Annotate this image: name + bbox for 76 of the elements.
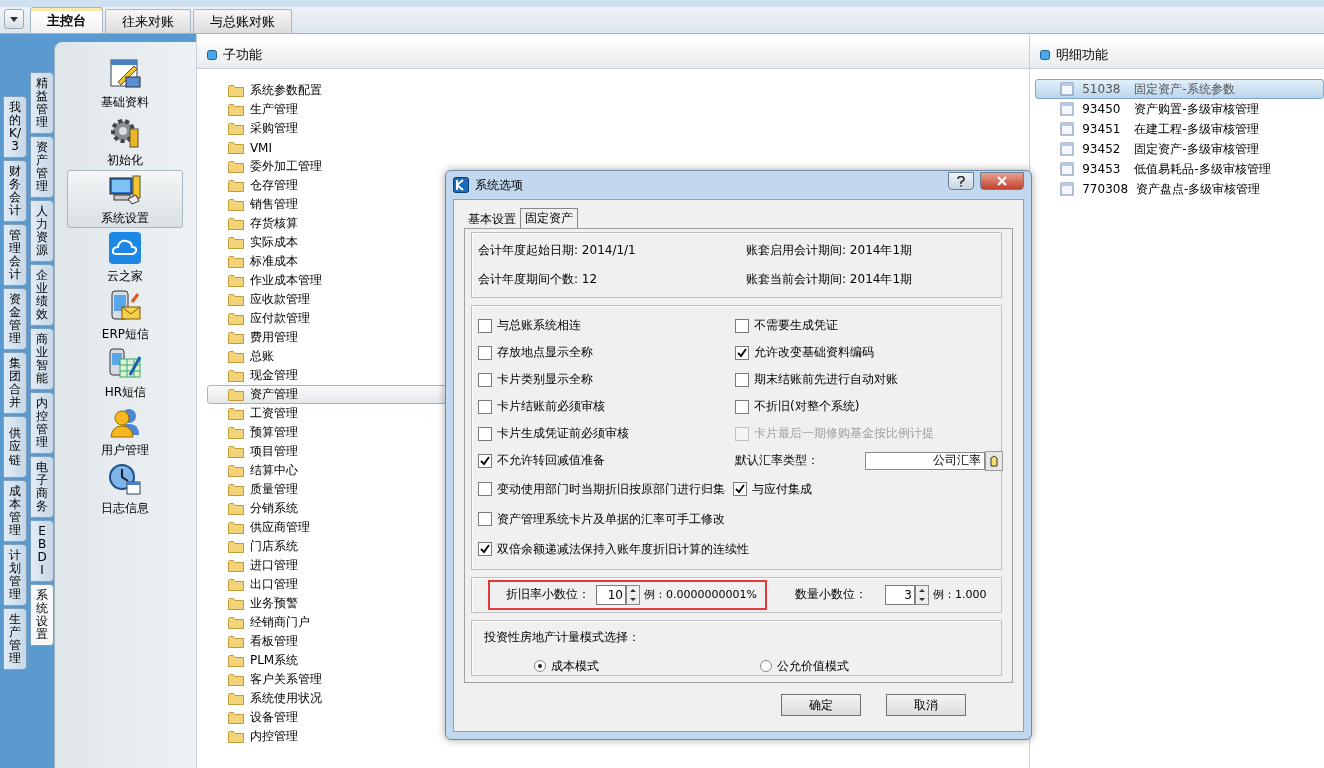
option-label: 不折旧(对整个系统) xyxy=(754,398,860,415)
function-name: 在建工程-多级审核管理 xyxy=(1134,120,1259,138)
folder-label: 实际成本 xyxy=(249,234,298,251)
decimal-label: 折旧率小数位： xyxy=(506,586,591,604)
folder-label: 应付款管理 xyxy=(249,310,310,327)
folder-label: 系统参数配置 xyxy=(249,82,322,99)
function-name: 低值易耗品-多级审核管理 xyxy=(1134,160,1271,178)
folder-label: 经销商门户 xyxy=(249,614,310,631)
info-text: 会计年度期间个数: 12 xyxy=(478,271,599,288)
function-name: 固定资产-多级审核管理 xyxy=(1134,140,1259,158)
option-label: 允许改变基础资料编码 xyxy=(754,344,874,361)
decimal-example: 例：1.000 xyxy=(932,587,987,603)
decimal-example: 例：0.0000000001% xyxy=(644,587,757,603)
folder-label: 看板管理 xyxy=(249,633,298,650)
option-label: 期末结账前先进行自动对账 xyxy=(754,371,898,388)
folder-label: 项目管理 xyxy=(249,443,298,460)
option-label: 双倍余额递减法保持入账年度折旧计算的连续性 xyxy=(497,540,749,558)
info-text: 会计年度起始日期: 2014/1/1 xyxy=(478,242,637,259)
folder-label: 应收款管理 xyxy=(249,291,310,308)
option-label: 卡片类别显示全称 xyxy=(497,371,593,388)
option-label: 不需要生成凭证 xyxy=(754,317,838,334)
radio-label: 成本模式 xyxy=(551,657,599,675)
function-code: 770308 xyxy=(1082,182,1129,196)
folder-label: 进口管理 xyxy=(249,557,298,574)
function-code: 51038 xyxy=(1082,82,1122,96)
folder-label: 预算管理 xyxy=(249,424,298,441)
folder-label: 费用管理 xyxy=(249,329,298,346)
folder-label: 总账 xyxy=(249,348,274,365)
info-text: 账套启用会计期间: 2014年1期 xyxy=(746,242,914,259)
option-label: 存放地点显示全称 xyxy=(497,344,593,361)
dialog-title: 系统选项 xyxy=(475,176,524,194)
folder-label: 生产管理 xyxy=(249,101,298,118)
folder-label: 质量管理 xyxy=(249,481,298,498)
panel-title: 子功能 xyxy=(222,46,262,64)
folder-label: 销售管理 xyxy=(249,196,298,213)
folder-label: 现金管理 xyxy=(249,367,298,384)
folder-label: 标准成本 xyxy=(249,253,298,270)
folder-label: 内控管理 xyxy=(249,728,298,745)
folder-label: 客户关系管理 xyxy=(249,671,322,688)
option-label: 与应付集成 xyxy=(752,480,812,498)
info-text: 账套当前会计期间: 2014年1期 xyxy=(746,271,914,288)
folder-label: 供应商管理 xyxy=(249,519,310,536)
radio-label: 公允价值模式 xyxy=(777,657,849,675)
folder-label: 委外加工管理 xyxy=(249,158,322,175)
function-name: 资产盘点-多级审核管理 xyxy=(1136,180,1261,198)
field-label: 默认汇率类型： xyxy=(735,452,820,469)
folder-label: 结算中心 xyxy=(249,462,298,479)
function-code: 93453 xyxy=(1082,162,1122,176)
option-label: 不允许转回减值准备 xyxy=(497,452,605,469)
folder-label: 存货核算 xyxy=(249,215,298,232)
folder-label: VMI xyxy=(249,140,272,155)
folder-label: 资产管理 xyxy=(249,386,298,403)
panel-title: 明细功能 xyxy=(1056,46,1109,64)
folder-label: 工资管理 xyxy=(249,405,298,422)
decimal-label: 数量小数位： xyxy=(794,586,868,604)
option-label: 卡片生成凭证前必须审核 xyxy=(497,425,629,442)
option-label: 变动使用部门时当期折旧按原部门进行归集 xyxy=(497,480,725,498)
folder-label: 分销系统 xyxy=(249,500,298,517)
folder-label: 仓存管理 xyxy=(249,177,298,194)
radio-group-title: 投资性房地产计量模式选择： xyxy=(484,628,641,646)
folder-label: 系统使用状况 xyxy=(249,690,322,707)
folder-label: 出口管理 xyxy=(249,576,298,593)
folder-label: 业务预警 xyxy=(249,595,298,612)
function-code: 93452 xyxy=(1082,142,1122,156)
function-name: 固定资产-系统参数 xyxy=(1134,80,1235,98)
folder-label: 作业成本管理 xyxy=(249,272,322,289)
folder-label: PLM系统 xyxy=(249,652,299,669)
function-name: 资产购置-多级审核管理 xyxy=(1134,100,1259,118)
option-label: 资产管理系统卡片及单据的汇率可手工修改 xyxy=(497,510,725,528)
function-code: 93451 xyxy=(1082,122,1122,136)
folder-label: 门店系统 xyxy=(249,538,298,555)
option-label: 与总账系统相连 xyxy=(497,317,581,334)
folder-label: 采购管理 xyxy=(249,120,298,137)
option-label: 卡片最后一期修购基金按比例计提 xyxy=(754,425,934,442)
folder-label: 设备管理 xyxy=(249,709,298,726)
function-code: 93450 xyxy=(1082,102,1122,116)
